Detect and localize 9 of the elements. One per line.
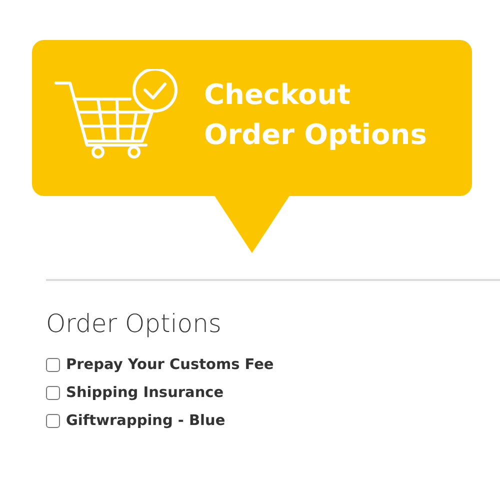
banner-title: Order Options bbox=[204, 117, 427, 153]
option-label: Giftwrapping - Blue bbox=[66, 413, 226, 429]
checkbox[interactable] bbox=[46, 358, 60, 372]
banner-title: Checkout bbox=[204, 77, 352, 113]
checkbox[interactable] bbox=[46, 414, 60, 428]
option-label: Shipping Insurance bbox=[66, 385, 224, 401]
checkbox[interactable] bbox=[46, 386, 60, 400]
option-label: Prepay Your Customs Fee bbox=[66, 357, 274, 373]
section-heading: Order Options bbox=[46, 308, 222, 340]
